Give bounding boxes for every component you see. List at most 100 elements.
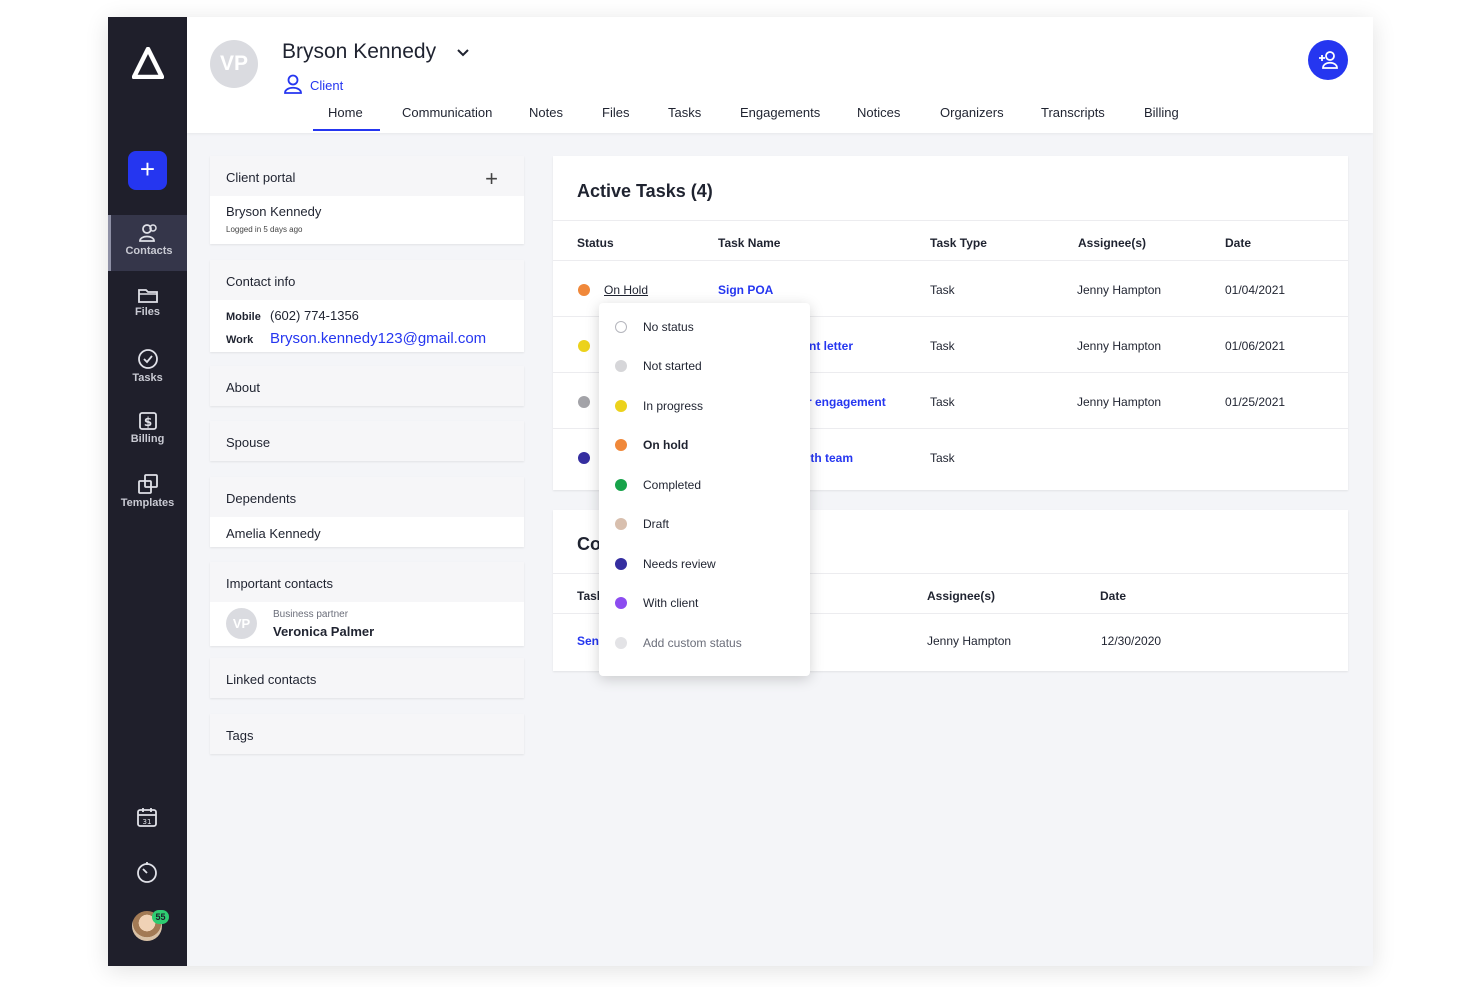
calendar-icon[interactable]: 31 — [135, 805, 159, 829]
task-date: 01/04/2021 — [1225, 283, 1286, 297]
task-assignee: Jenny Hampton — [927, 634, 1012, 648]
column-header[interactable]: Task Name — [718, 236, 780, 250]
sidebar-item-label: Tasks — [132, 372, 163, 384]
sidebar-item-tasks[interactable]: Tasks — [108, 340, 187, 396]
sidebar: + Contacts Files Tasks $ Billing Templat… — [108, 17, 187, 966]
dollar-icon: $ — [138, 412, 157, 430]
tab-billing[interactable]: Billing — [1144, 105, 1179, 120]
status-dot — [578, 284, 590, 296]
spouse-card[interactable]: Spouse — [210, 421, 524, 461]
contact-info-card: Contact info Mobile (602) 774-1356 Work Br… — [210, 260, 524, 352]
tab-organizers[interactable]: Organizers — [940, 105, 1004, 120]
task-name-link[interactable]: nt letter — [809, 339, 853, 353]
column-header[interactable]: Date — [1225, 236, 1251, 250]
tab-home[interactable]: Home — [313, 105, 380, 131]
status-option-in-progress[interactable]: In progress — [599, 387, 810, 426]
card-title: Linked contacts — [210, 658, 524, 698]
status-option-draft[interactable]: Draft — [599, 505, 810, 544]
tab-tasks[interactable]: Tasks — [668, 105, 701, 120]
contact-relation: Business partner — [273, 609, 349, 620]
status-selector[interactable]: On Hold — [604, 283, 648, 297]
option-label: No status — [643, 320, 694, 334]
status-dot — [615, 479, 627, 491]
last-login: Logged in 5 days ago — [226, 225, 303, 234]
svg-text:31: 31 — [143, 818, 152, 826]
panel-title: Co — [577, 534, 601, 554]
option-label: Draft — [643, 517, 670, 531]
client-portal-card: Client portal + Bryson Kennedy Logged in… — [210, 156, 524, 244]
mobile-label: Mobile — [226, 311, 261, 323]
option-label: In progress — [643, 399, 704, 413]
status-option-no-status[interactable]: No status — [599, 308, 810, 347]
option-label: Completed — [643, 478, 702, 492]
mobile-number[interactable]: (602) 774-1356 — [270, 308, 359, 323]
work-label: Work — [226, 334, 254, 346]
column-header[interactable]: Tasl — [577, 589, 600, 603]
column-header[interactable]: Status — [577, 236, 614, 250]
task-name-link[interactable]: r engagement — [807, 395, 886, 409]
card-title: About — [210, 366, 524, 406]
check-circle-icon — [137, 349, 158, 369]
add-portal-button[interactable]: + — [485, 166, 498, 192]
column-header[interactable]: Assignee(s) — [927, 589, 995, 603]
task-name-link[interactable]: ith team — [807, 451, 853, 465]
chevron-down-icon[interactable] — [456, 45, 470, 59]
sidebar-item-files[interactable]: Files — [108, 278, 187, 334]
app-logo-icon[interactable] — [132, 47, 164, 79]
notification-badge: 55 — [152, 910, 169, 924]
add-button[interactable]: + — [128, 151, 167, 190]
card-title: Contact info — [210, 260, 524, 300]
add-custom-status-button[interactable]: Add custom status — [599, 624, 810, 663]
contact-name[interactable]: Veronica Palmer — [273, 624, 374, 639]
sidebar-item-contacts[interactable]: Contacts — [108, 215, 187, 271]
sidebar-item-label: Templates — [120, 497, 175, 509]
status-option-not-started[interactable]: Not started — [599, 347, 810, 386]
app-window: + Contacts Files Tasks $ Billing Templat… — [108, 17, 1373, 966]
column-header[interactable]: Assignee(s) — [1078, 236, 1146, 250]
tab-transcripts[interactable]: Transcripts — [1041, 105, 1105, 120]
card-title: Spouse — [210, 421, 524, 461]
card-title: Client portal — [210, 156, 524, 196]
contacts-icon — [139, 224, 157, 242]
option-label: Add custom status — [643, 636, 742, 650]
tab-engagements[interactable]: Engagements — [740, 105, 820, 120]
add-contact-button[interactable] — [1308, 40, 1348, 80]
folder-icon — [137, 289, 158, 303]
task-date: 01/25/2021 — [1225, 395, 1286, 409]
column-header[interactable]: Date — [1100, 589, 1126, 603]
about-card[interactable]: About — [210, 366, 524, 406]
tab-notices[interactable]: Notices — [857, 105, 900, 120]
task-type: Task — [930, 451, 955, 465]
sidebar-item-label: Billing — [130, 433, 165, 445]
task-name-link[interactable]: Sen — [577, 634, 599, 648]
task-assignee: Jenny Hampton — [1077, 339, 1162, 353]
status-option-needs-review[interactable]: Needs review — [599, 545, 810, 584]
client-role: Client — [310, 78, 344, 93]
status-dot — [615, 439, 627, 451]
task-date: 12/30/2020 — [1101, 634, 1162, 648]
work-email[interactable]: Bryson.kennedy123@gmail.com — [270, 330, 486, 347]
column-header[interactable]: Task Type — [930, 236, 987, 250]
task-assignee: Jenny Hampton — [1077, 283, 1162, 297]
tab-files[interactable]: Files — [602, 105, 629, 120]
status-option-with-client[interactable]: With client — [599, 584, 810, 623]
option-label: On hold — [643, 438, 689, 452]
card-title: Tags — [210, 714, 524, 754]
timer-icon[interactable] — [135, 860, 159, 884]
dependent-name[interactable]: Amelia Kennedy — [226, 526, 508, 541]
tab-communication[interactable]: Communication — [402, 105, 492, 120]
status-option-on-hold[interactable]: On hold — [599, 426, 810, 465]
client-avatar: VP — [210, 40, 258, 88]
client-header: VP Bryson Kennedy Client Home Communicat… — [187, 17, 1373, 133]
status-option-completed[interactable]: Completed — [599, 466, 810, 505]
task-name-link[interactable]: Sign POA — [718, 283, 773, 297]
svg-text:$: $ — [143, 415, 151, 429]
tags-card[interactable]: Tags — [210, 714, 524, 754]
status-dot — [615, 597, 627, 609]
sidebar-item-templates[interactable]: Templates — [108, 465, 187, 521]
tab-notes[interactable]: Notes — [529, 105, 563, 120]
option-label: Needs review — [643, 557, 716, 571]
linked-contacts-card[interactable]: Linked contacts — [210, 658, 524, 698]
sidebar-item-billing[interactable]: $ Billing — [108, 403, 187, 459]
option-label: Not started — [643, 359, 702, 373]
